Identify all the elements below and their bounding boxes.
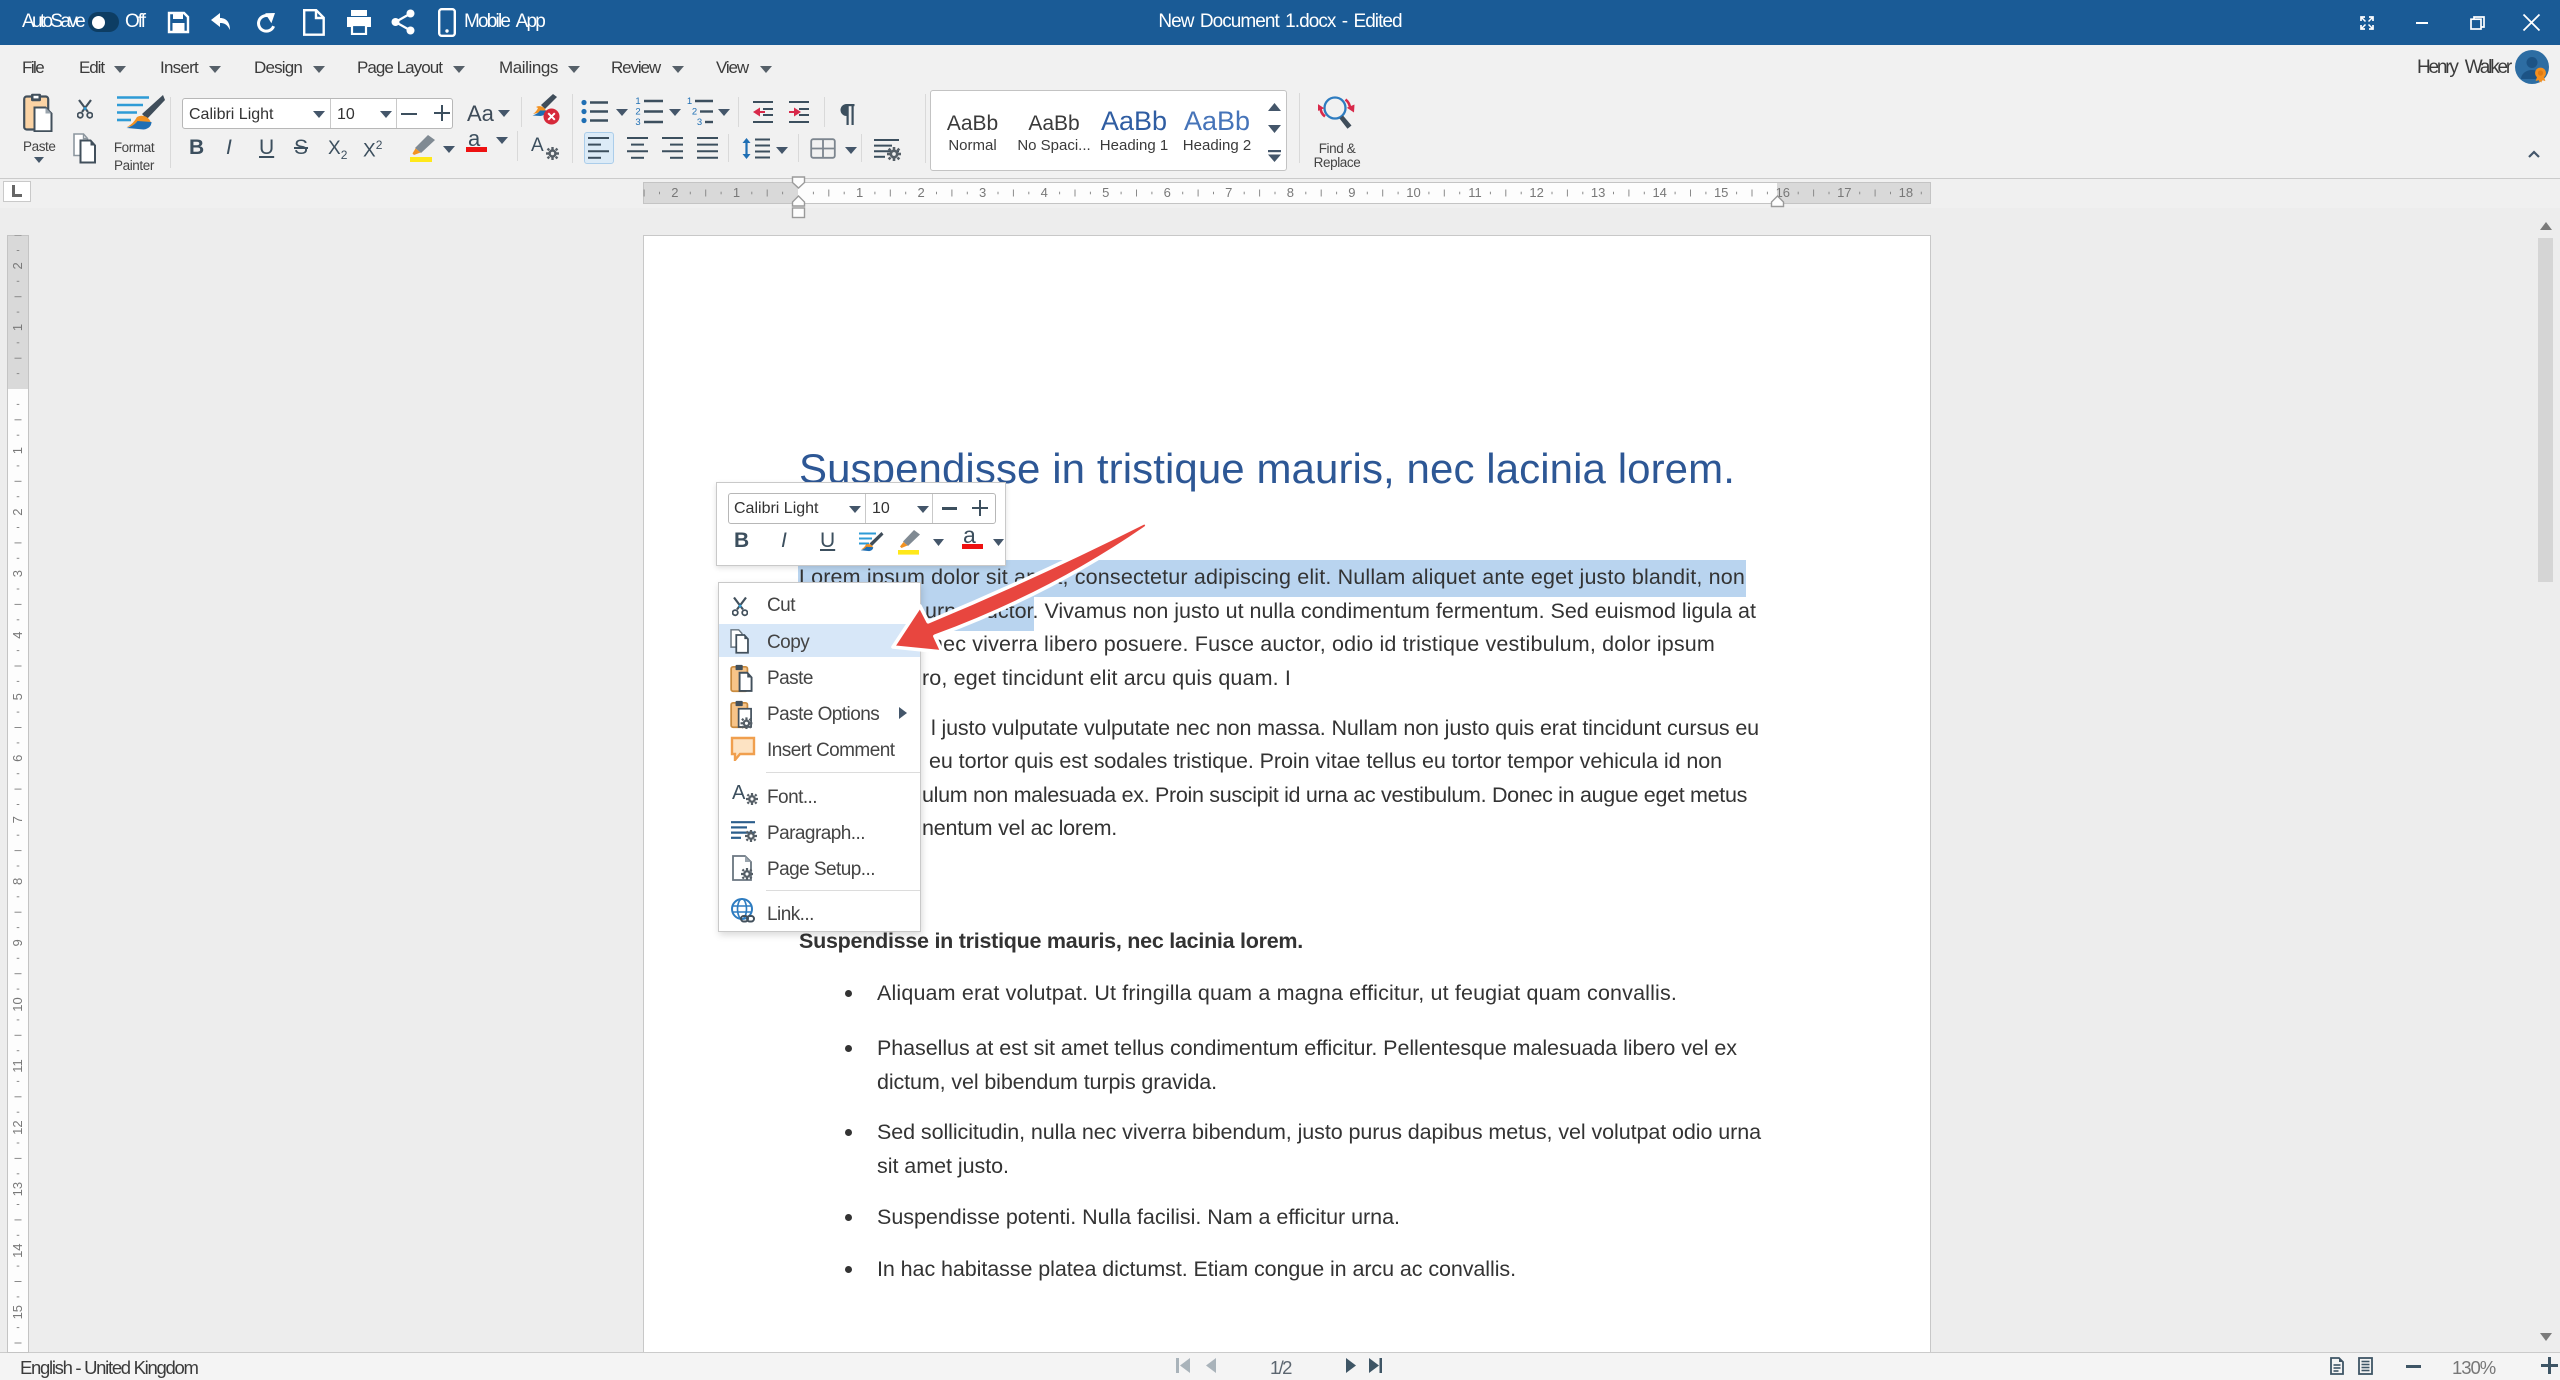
svg-text:1: 1 — [733, 185, 740, 200]
svg-text:9: 9 — [10, 939, 25, 946]
svg-text:9: 9 — [1348, 185, 1355, 200]
svg-text:6: 6 — [10, 755, 25, 762]
svg-text:2: 2 — [10, 262, 25, 269]
svg-text:15: 15 — [10, 1305, 25, 1319]
svg-text:8: 8 — [10, 878, 25, 885]
svg-text:10: 10 — [1406, 185, 1420, 200]
svg-text:2: 2 — [917, 185, 924, 200]
svg-text:17: 17 — [1837, 185, 1851, 200]
svg-text:3: 3 — [697, 117, 702, 127]
svg-text:2: 2 — [10, 508, 25, 515]
svg-text:1: 1 — [687, 96, 692, 107]
svg-text:1: 1 — [856, 185, 863, 200]
svg-text:14: 14 — [1652, 185, 1666, 200]
svg-text:11: 11 — [1468, 185, 1482, 200]
svg-text:4: 4 — [10, 632, 25, 639]
svg-text:2: 2 — [635, 107, 640, 118]
svg-text:15: 15 — [1714, 185, 1728, 200]
svg-text:7: 7 — [10, 816, 25, 823]
svg-text:18: 18 — [1899, 185, 1913, 200]
svg-text:14: 14 — [10, 1243, 25, 1257]
svg-text:3: 3 — [635, 117, 640, 127]
svg-text:13: 13 — [1591, 185, 1605, 200]
svg-text:1: 1 — [10, 447, 25, 454]
svg-text:3: 3 — [10, 570, 25, 577]
svg-text:5: 5 — [1102, 185, 1109, 200]
svg-text:12: 12 — [10, 1120, 25, 1134]
svg-text:1: 1 — [10, 324, 25, 331]
svg-text:5: 5 — [10, 693, 25, 700]
svg-text:3: 3 — [979, 185, 986, 200]
svg-text:2: 2 — [692, 107, 697, 118]
svg-text:4: 4 — [1041, 185, 1048, 200]
svg-text:12: 12 — [1529, 185, 1543, 200]
svg-text:8: 8 — [1287, 185, 1294, 200]
svg-text:2: 2 — [671, 185, 678, 200]
svg-text:13: 13 — [10, 1182, 25, 1196]
svg-text:11: 11 — [10, 1059, 25, 1073]
svg-text:10: 10 — [10, 997, 25, 1011]
svg-text:7: 7 — [1225, 185, 1232, 200]
svg-text:1: 1 — [635, 96, 640, 107]
svg-text:6: 6 — [1164, 185, 1171, 200]
